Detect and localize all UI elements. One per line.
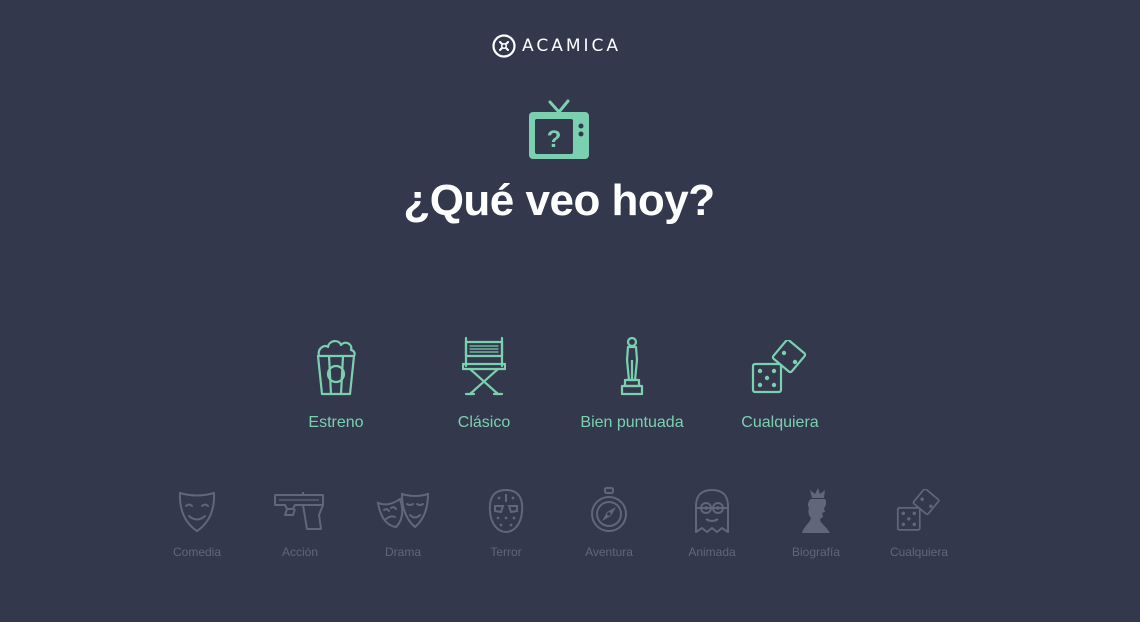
oscar-statue-icon: [620, 336, 644, 396]
category-label: Clásico: [457, 414, 511, 431]
comedy-mask-icon: [178, 491, 216, 533]
page-title: ¿Qué veo hoy?: [403, 176, 715, 225]
drama-masks-icon: [376, 492, 430, 529]
page: ACAMICA ? ¿Qué veo hoy? Estreno Clásico …: [0, 0, 1140, 622]
genre-aventura[interactable]: Aventura: [559, 486, 659, 559]
genre-label: Comedia: [172, 545, 222, 559]
category-label: Bien puntuada: [580, 414, 684, 431]
category-label: Cualquiera: [741, 414, 819, 431]
genre-label: Biografía: [791, 545, 841, 559]
primary-categories: Estreno Clásico Bien puntuada Cualquiera: [0, 336, 1140, 446]
genre-label: Drama: [384, 545, 421, 559]
dice-icon: [896, 489, 940, 531]
genre-label: Animada: [688, 545, 736, 559]
hockey-mask-icon: [488, 488, 524, 534]
category-estreno[interactable]: Estreno: [261, 336, 411, 432]
genre-accion[interactable]: Acción: [250, 486, 350, 559]
genre-animada[interactable]: Animada: [662, 486, 762, 559]
genre-biografia[interactable]: Biografía: [766, 486, 866, 559]
category-cualquiera[interactable]: Cualquiera: [705, 336, 855, 432]
genre-drama[interactable]: Drama: [353, 486, 453, 559]
brand-name: ACAMICA: [522, 36, 622, 56]
director-chair-icon: [462, 336, 506, 396]
genre-cualquiera[interactable]: Cualquiera: [869, 486, 969, 559]
genre-label: Acción: [281, 545, 319, 559]
svg-text:?: ?: [547, 126, 562, 153]
tv-question-icon: ?: [528, 99, 590, 166]
genre-comedia[interactable]: Comedia: [147, 486, 247, 559]
compass-icon: [591, 487, 627, 532]
acamica-logo[interactable]: ACAMICA: [492, 32, 621, 60]
category-label: Estreno: [308, 414, 364, 431]
genre-label: Cualquiera: [889, 545, 949, 559]
acamica-logo-icon: [492, 34, 516, 58]
genre-terror[interactable]: Terror: [456, 486, 556, 559]
popcorn-icon: [316, 340, 356, 396]
genre-list: Comedia Acción Drama Terror Aventura Ani…: [0, 486, 1140, 566]
queen-bust-icon: [802, 488, 830, 533]
category-bien-puntuada[interactable]: Bien puntuada: [557, 336, 707, 432]
genre-label: Terror: [490, 545, 522, 559]
minion-icon: [695, 489, 729, 533]
category-clasico[interactable]: Clásico: [409, 336, 559, 432]
genre-label: Aventura: [585, 545, 633, 559]
gun-icon: [274, 492, 324, 530]
dice-icon: [751, 340, 807, 394]
